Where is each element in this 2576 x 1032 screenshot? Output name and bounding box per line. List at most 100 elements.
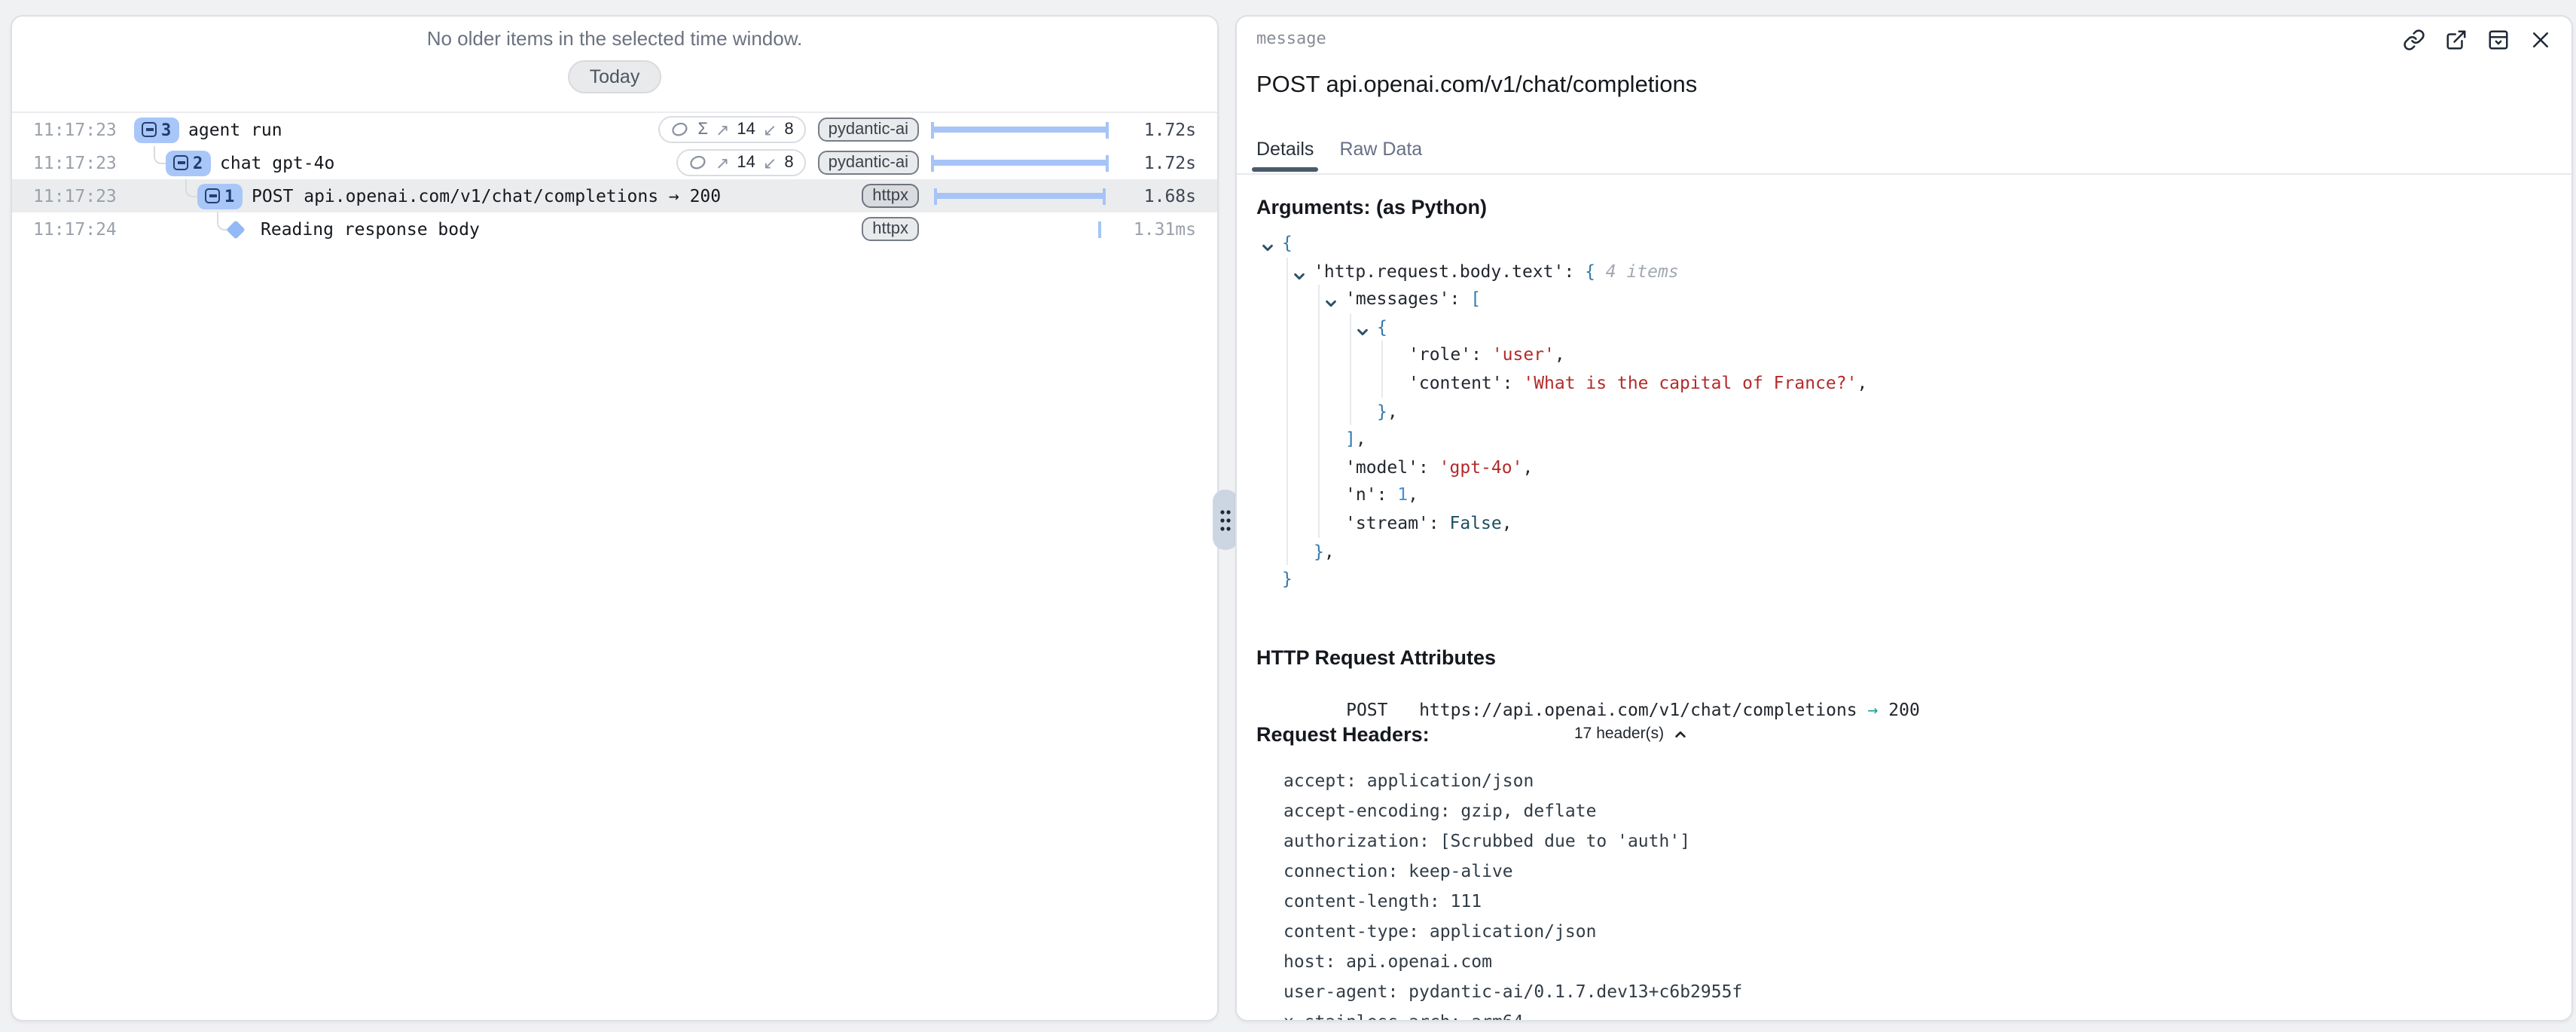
request-header-line: accept-encoding: gzip, deflate [1283, 795, 1742, 826]
span-title: POST api.openai.com/v1/chat/completions [1256, 72, 1697, 99]
tokens-in-arrow-icon: ↗ [716, 120, 729, 139]
duration-bar-track [931, 146, 1109, 179]
chevron-up-icon [1673, 727, 1686, 740]
scope-tag[interactable]: httpx [862, 217, 919, 241]
collapse-children-badge[interactable]: 3 [134, 117, 179, 142]
sigma-icon: Σ [697, 121, 708, 139]
tab-raw-data[interactable]: Raw Data [1339, 139, 1422, 172]
arrow-icon: → [1868, 699, 1879, 720]
grip-dots-icon [1217, 507, 1234, 533]
open-in-new-icon[interactable] [2445, 29, 2468, 51]
token-usage-pill[interactable]: ↗14↙8 [676, 149, 806, 176]
span-row[interactable]: 11:17:233agent runΣ↗14↙8pydantic-ai1.72s [12, 113, 1217, 146]
scope-tag[interactable]: pydantic-ai [818, 118, 919, 142]
duration-bar-track [931, 113, 1109, 146]
arguments-heading: Arguments: (as Python) [1256, 196, 1487, 218]
duration-tick [1098, 221, 1101, 237]
http-attributes-heading: HTTP Request Attributes [1256, 646, 1496, 669]
request-header-line: content-length: 111 [1283, 886, 1742, 916]
child-count: 3 [161, 120, 171, 139]
trace-list-panel: No older items in the selected time wind… [11, 15, 1219, 1021]
request-header-line: accept: application/json [1283, 765, 1742, 795]
code-line: { [1256, 229, 2556, 257]
collapse-icon [173, 155, 188, 170]
collapse-children-badge[interactable]: 1 [197, 183, 242, 209]
code-line: ], [1256, 425, 2556, 453]
child-count: 1 [224, 186, 234, 206]
span-start-time: 11:17:23 [33, 113, 117, 146]
dock-panel-icon[interactable] [2487, 29, 2510, 51]
request-headers-row: Request Headers: 17 header(s) [1256, 722, 2040, 749]
request-headers-list: accept: application/jsonaccept-encoding:… [1283, 765, 1742, 1021]
code-line: 'content': 'What is the capital of Franc… [1256, 369, 2556, 397]
duration-bar [934, 160, 1106, 166]
duration-bar [937, 193, 1103, 199]
span-rows: 11:17:23 3 agent run Σ ↗14↙8 pydantic-ai 1.72s… [12, 113, 1217, 246]
request-header-line: x-stainless-arch: arm64 [1283, 1006, 1742, 1021]
span-row[interactable]: 11:17:24 Reading response body httpx 1.31ms [12, 212, 1217, 246]
detail-panel-actions [2403, 29, 2552, 51]
request-header-line: connection: keep-alive [1283, 856, 1742, 886]
tab-details[interactable]: Details [1256, 139, 1314, 172]
span-start-time: 11:17:23 [33, 179, 117, 212]
request-header-line: user-agent: pydantic-ai/0.1.7.dev13+c6b2… [1283, 976, 1742, 1006]
token-usage-pill[interactable]: Σ↗14↙8 [658, 116, 805, 143]
tokens-out-arrow-icon: ↙ [763, 153, 777, 173]
span-label: chat gpt-4o [220, 146, 334, 179]
request-header-line: content-type: application/json [1283, 916, 1742, 946]
span-label: POST api.openai.com/v1/chat/completions … [252, 179, 721, 212]
span-label: agent run [188, 113, 282, 146]
collapse-icon [205, 188, 220, 203]
request-url: https://api.openai.com/v1/chat/completio… [1419, 699, 1857, 720]
request-headers-heading: Request Headers: [1256, 723, 1430, 746]
panel-resize-handle[interactable] [1213, 490, 1238, 550]
span-row[interactable]: 11:17:23 2 chat gpt-4o ↗14↙8 pydantic-ai 1.72… [12, 146, 1217, 179]
span-duration: 1.72s [1109, 119, 1217, 140]
arguments-code-tree: {'http.request.body.text': { 4 items'mes… [1256, 229, 2556, 593]
span-detail-panel: message POST api.openai.com/v1/chat/comp… [1235, 15, 2573, 1021]
code-line: }, [1256, 537, 2556, 565]
code-line: 'http.request.body.text': { 4 items [1256, 257, 2556, 285]
code-line: 'role': 'user', [1256, 341, 2556, 369]
span-start-time: 11:17:23 [33, 146, 117, 179]
link-icon[interactable] [2403, 29, 2425, 51]
span-label: Reading response body [261, 212, 480, 246]
span-kind-label: message [1256, 29, 1326, 48]
duration-bar [934, 127, 1106, 133]
scope-tag[interactable]: pydantic-ai [818, 151, 919, 175]
code-line: 'messages': [ [1256, 285, 2556, 313]
today-button[interactable]: Today [569, 60, 661, 93]
span-duration: 1.68s [1109, 185, 1217, 206]
request-header-line: host: api.openai.com [1283, 946, 1742, 976]
request-method: POST [1346, 699, 1387, 720]
close-icon[interactable] [2529, 29, 2552, 51]
duration-bar-track [931, 179, 1109, 212]
span-duration: 1.31ms [1109, 218, 1217, 240]
request-header-line: authorization: [Scrubbed due to 'auth'] [1283, 826, 1742, 856]
scope-tag[interactable]: httpx [862, 184, 919, 208]
duration-bar-track [931, 212, 1109, 246]
headers-count-toggle[interactable]: 17 header(s) [1574, 725, 1686, 743]
code-line: { [1256, 313, 2556, 341]
child-count: 2 [193, 153, 203, 173]
code-line: 'n': 1, [1256, 481, 2556, 509]
collapse-children-badge[interactable]: 2 [166, 150, 210, 176]
tabs-divider [1237, 173, 2571, 175]
code-line: 'stream': False, [1256, 509, 2556, 537]
tokens-out-arrow-icon: ↙ [763, 120, 777, 139]
span-row[interactable]: 11:17:23 1 POST api.openai.com/v1/chat/com… [12, 179, 1217, 212]
code-line: } [1256, 565, 2556, 593]
token-coin-icon [688, 153, 708, 173]
response-status: 200 [1888, 699, 1920, 720]
trace-list-header: No older items in the selected time wind… [12, 17, 1217, 113]
span-start-time: 11:17:24 [33, 212, 117, 246]
code-line: }, [1256, 397, 2556, 425]
trace-viewer: No older items in the selected time wind… [0, 0, 2576, 1032]
tokens-in-arrow-icon: ↗ [716, 153, 729, 173]
empty-notice: No older items in the selected time wind… [12, 17, 1217, 50]
token-coin-icon [670, 120, 690, 139]
code-line: 'model': 'gpt-4o', [1256, 453, 2556, 481]
detail-tabs: Details Raw Data [1256, 139, 1422, 172]
collapse-icon [142, 122, 157, 137]
span-duration: 1.72s [1109, 152, 1217, 173]
